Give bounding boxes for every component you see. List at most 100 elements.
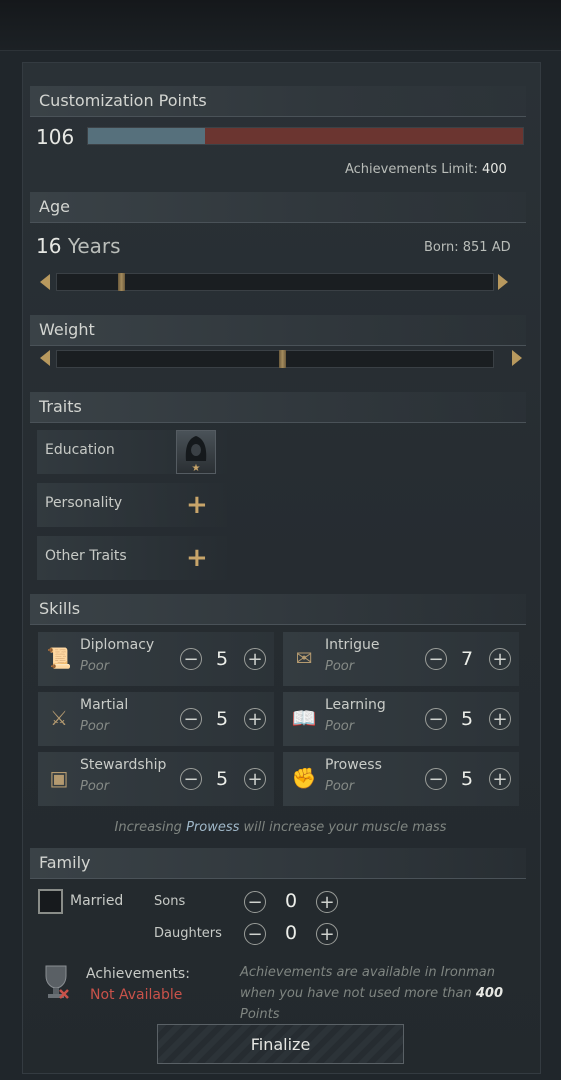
skill-value: 5 [460, 768, 474, 790]
intrigue-minus-button[interactable]: − [425, 648, 447, 670]
finalize-button[interactable]: Finalize [157, 1024, 404, 1064]
skills-title: Skills [39, 599, 81, 618]
age-increase-arrow-icon[interactable] [498, 274, 508, 290]
hooded-figure-icon[interactable]: ★ [176, 430, 216, 474]
top-bar [0, 0, 561, 51]
born-value: 851 AD [462, 240, 511, 255]
trait-label-education: Education [45, 442, 115, 458]
scroll-icon: 📜 [46, 646, 72, 670]
achievements-status: Not Available [90, 987, 183, 1003]
diplomacy-plus-button[interactable]: + [244, 648, 266, 670]
customization-points-header: Customization Points [30, 86, 526, 117]
skill-learning: 📖 Learning Poor − 5 + [283, 692, 519, 746]
skill-diplomacy: 📜 Diplomacy Poor − 5 + [38, 632, 274, 686]
age-value: 16 [36, 234, 62, 258]
add-other-trait-plus-icon[interactable]: + [186, 545, 208, 571]
martial-plus-button[interactable]: + [244, 708, 266, 730]
daughters-value: 0 [284, 922, 298, 944]
age-decrease-arrow-icon[interactable] [40, 274, 50, 290]
hint-suffix: will increase your muscle mass [239, 820, 447, 835]
add-personality-plus-icon[interactable]: + [186, 492, 208, 518]
skill-value: 7 [460, 648, 474, 670]
age-title: Age [39, 197, 70, 216]
achievements-limit-label: Achievements Limit: [345, 162, 478, 177]
age-slider[interactable] [56, 273, 494, 291]
skill-prowess: ✊ Prowess Poor − 5 + [283, 752, 519, 806]
skill-name: Intrigue [325, 637, 380, 653]
dagger-letter-icon: ✉ [295, 646, 313, 670]
skill-intrigue: ✉ Intrigue Poor − 7 + [283, 632, 519, 686]
family-header: Family [30, 848, 526, 879]
skill-level: Poor [80, 659, 110, 674]
traits-title: Traits [39, 397, 82, 416]
book-icon: 📖 [291, 706, 317, 730]
born-date: Born: 851 AD [424, 240, 511, 255]
age-header: Age [30, 192, 526, 223]
customization-points-value: 106 [36, 125, 75, 149]
skill-level: Poor [325, 719, 355, 734]
achievements-note-text: Achievements are available in Ironman wh… [240, 965, 495, 1001]
trophy-icon [38, 962, 74, 1002]
age-display: 16 Years [36, 234, 121, 258]
skill-level: Poor [325, 779, 355, 794]
hooded-figure-icon-graphic: ★ [185, 436, 207, 474]
learning-minus-button[interactable]: − [425, 708, 447, 730]
intrigue-plus-button[interactable]: + [489, 648, 511, 670]
arm-icon: ✊ [291, 766, 317, 790]
married-checkbox[interactable] [38, 889, 63, 914]
weight-slider-handle[interactable] [279, 350, 287, 368]
trophy-icon-graphic [45, 965, 69, 999]
daughters-label: Daughters [154, 926, 222, 941]
prowess-minus-button[interactable]: − [425, 768, 447, 790]
customization-points-title: Customization Points [39, 91, 207, 110]
born-label: Born: [424, 240, 459, 255]
age-unit: Years [67, 234, 121, 258]
trait-label-other-traits: Other Traits [45, 548, 127, 564]
achievements-label: Achievements: [86, 966, 190, 982]
skill-value: 5 [215, 768, 229, 790]
prowess-plus-button[interactable]: + [489, 768, 511, 790]
skills-header: Skills [30, 594, 526, 625]
daughters-minus-button[interactable]: − [244, 923, 266, 945]
customization-points-used-fill [88, 128, 206, 144]
daughters-plus-button[interactable]: + [316, 923, 338, 945]
skill-level: Poor [325, 659, 355, 674]
stewardship-plus-button[interactable]: + [244, 768, 266, 790]
skill-level: Poor [80, 719, 110, 734]
skill-name: Prowess [325, 757, 382, 773]
achievements-note-number: 400 [475, 986, 504, 1001]
weight-title: Weight [39, 320, 95, 339]
skill-name: Martial [80, 697, 129, 713]
sons-plus-button[interactable]: + [316, 891, 338, 913]
skill-value: 5 [460, 708, 474, 730]
sons-minus-button[interactable]: − [244, 891, 266, 913]
achievements-note: Achievements are available in Ironman wh… [240, 962, 530, 1025]
hint-highlight: Prowess [186, 820, 240, 835]
age-slider-handle[interactable] [118, 273, 126, 291]
prowess-hint: Increasing Prowess will increase your mu… [0, 820, 561, 835]
achievements-limit-value: 400 [482, 162, 507, 177]
skill-martial: ⚔ Martial Poor − 5 + [38, 692, 274, 746]
traits-header: Traits [30, 392, 526, 423]
family-title: Family [39, 853, 91, 872]
sons-value: 0 [284, 890, 298, 912]
achievements-limit: Achievements Limit: 400 [345, 162, 507, 177]
weight-header: Weight [30, 315, 526, 346]
trait-label-personality: Personality [45, 495, 123, 511]
martial-minus-button[interactable]: − [180, 708, 202, 730]
weight-decrease-arrow-icon[interactable] [40, 350, 50, 366]
achievements-note-suffix: Points [240, 1007, 280, 1022]
skill-name: Learning [325, 697, 386, 713]
diplomacy-minus-button[interactable]: − [180, 648, 202, 670]
skill-name: Stewardship [80, 757, 167, 773]
weight-slider[interactable] [56, 350, 494, 368]
skill-value: 5 [215, 648, 229, 670]
skill-name: Diplomacy [80, 637, 155, 653]
skill-stewardship: ▣ Stewardship Poor − 5 + [38, 752, 274, 806]
sons-label: Sons [154, 894, 186, 909]
skill-level: Poor [80, 779, 110, 794]
learning-plus-button[interactable]: + [489, 708, 511, 730]
weight-increase-arrow-icon[interactable] [512, 350, 522, 366]
stewardship-minus-button[interactable]: − [180, 768, 202, 790]
customization-points-bar [87, 127, 524, 145]
